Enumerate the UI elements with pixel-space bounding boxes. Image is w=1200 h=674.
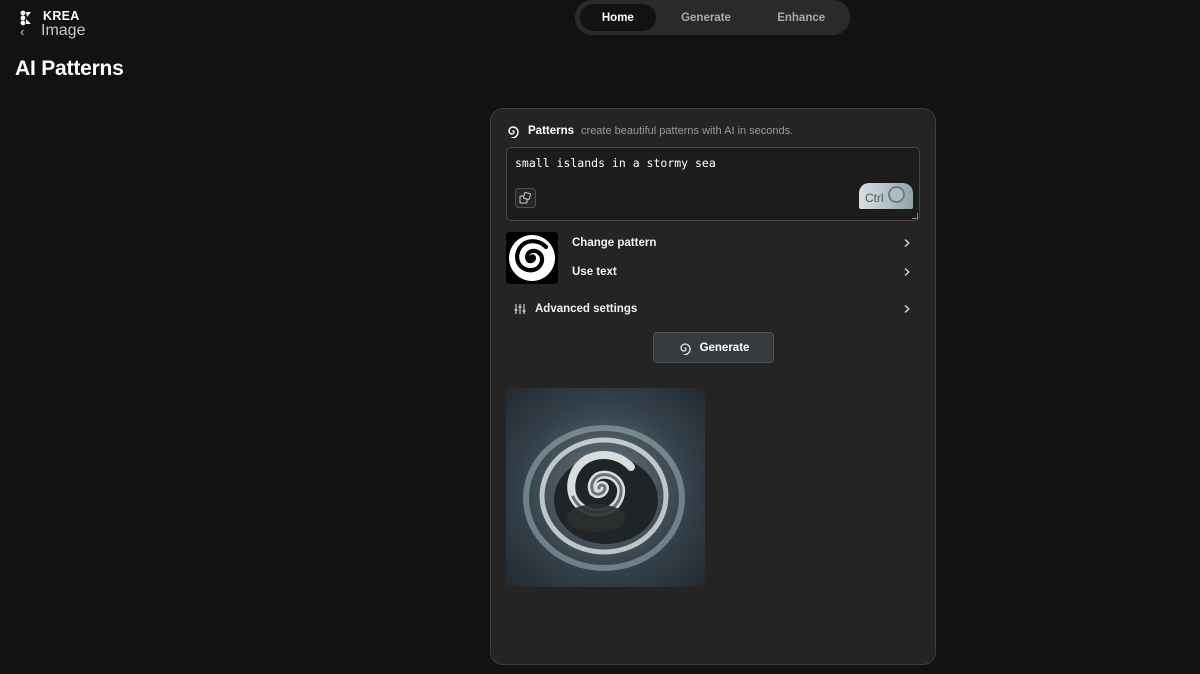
brand[interactable]: KREA ‹ Image (16, 8, 126, 40)
advanced-settings-row[interactable]: Advanced settings (513, 298, 912, 320)
chevron-right-icon (904, 268, 910, 276)
brand-product: Image (41, 22, 86, 39)
result-image-graphic (506, 388, 705, 587)
chevron-right-icon (904, 305, 910, 313)
advanced-settings-label: Advanced settings (535, 303, 638, 315)
patterns-panel: Patterns create beautiful patterns with … (490, 108, 936, 665)
tab-enhance[interactable]: Enhance (756, 4, 846, 31)
generated-image[interactable] (506, 388, 705, 587)
spiral-pattern-icon (506, 232, 558, 284)
spiral-icon (508, 126, 519, 138)
search-icon (888, 186, 905, 203)
prompt-text[interactable]: small islands in a stormy sea (515, 156, 716, 170)
page-title: AI Patterns (15, 57, 124, 80)
advanced-settings-left: Advanced settings (513, 302, 637, 316)
dice-icon (519, 191, 531, 203)
generate-button-label: Generate (699, 341, 750, 354)
generate-button[interactable]: Generate (653, 332, 774, 363)
change-pattern-label: Change pattern (572, 237, 657, 249)
panel-header: Patterns create beautiful patterns with … (506, 124, 793, 138)
panel-title: Patterns (528, 125, 575, 137)
use-text-label: Use text (572, 266, 617, 278)
use-text-row[interactable]: Use text (572, 261, 912, 283)
tab-home[interactable]: Home (580, 4, 656, 31)
sliders-icon (514, 304, 526, 314)
top-nav: Home Generate Enhance (575, 0, 850, 35)
shortcut-widget[interactable]: Ctrl (859, 183, 913, 209)
tab-generate[interactable]: Generate (656, 4, 757, 31)
chevron-left-icon[interactable]: ‹ (20, 25, 24, 39)
pattern-thumbnail[interactable] (506, 232, 558, 284)
panel-description: create beautiful patterns with AI in sec… (581, 125, 794, 137)
resize-handle[interactable] (912, 213, 918, 219)
prompt-input[interactable]: small islands in a stormy sea Ctrl (506, 147, 920, 221)
randomize-button[interactable] (515, 188, 536, 208)
spiral-icon (679, 342, 691, 355)
change-pattern-row[interactable]: Change pattern (572, 232, 912, 254)
brand-name: KREA (43, 9, 80, 23)
chevron-right-icon (904, 239, 910, 247)
shortcut-label: Ctrl (865, 191, 884, 205)
